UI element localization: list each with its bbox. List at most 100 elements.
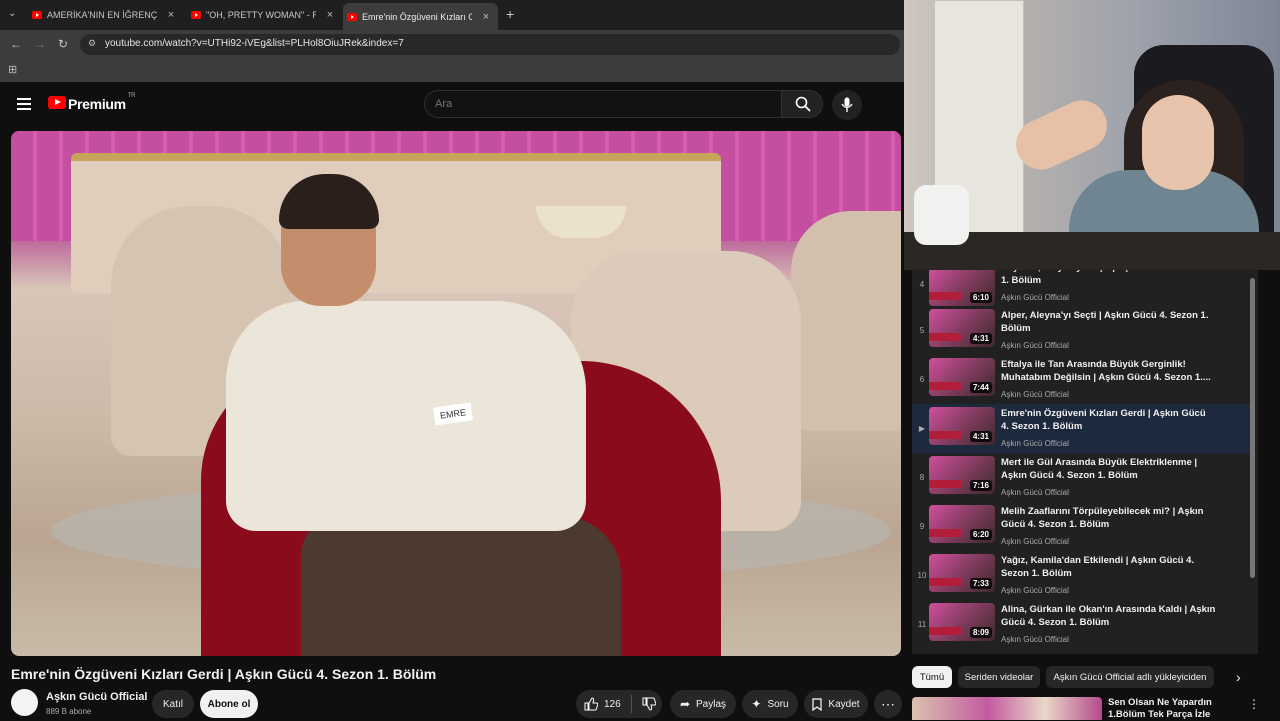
playlist-panel: 4 6:10 Söylenir, Aleyna'yı Seçti | Aşkın… (912, 270, 1258, 654)
menu-icon[interactable] (17, 98, 31, 110)
browser-tab-bar: ⌄ AMERİKA'NIN EN İĞRENÇ PRO × "OH, PRETT… (0, 0, 904, 30)
video-player[interactable]: EMRE (11, 131, 901, 656)
channel-avatar[interactable] (11, 689, 38, 716)
playlist-thumbnail[interactable]: 4:31 (929, 407, 995, 445)
video-person-pants (301, 516, 621, 656)
playlist-thumbnail[interactable]: 7:44 (929, 358, 995, 396)
playlist-scrollbar[interactable] (1250, 278, 1255, 578)
playlist-item[interactable]: 6 7:44 Eftalya ile Tan Arasında Büyük Ge… (912, 356, 1252, 405)
playlist-index: 4 (919, 280, 925, 289)
webcam-bottle (914, 185, 969, 245)
youtube-favicon-icon (191, 11, 201, 19)
search-input[interactable] (435, 98, 765, 110)
playlist-item-title[interactable]: Söylenir, Aleyna'yı Seçti | Aşkın Gücü 4… (1001, 270, 1216, 287)
video-duration: 4:31 (969, 431, 992, 442)
more-actions-icon[interactable]: ⋯ (874, 690, 902, 718)
recommended-more-icon[interactable]: ⋮ (1248, 697, 1260, 711)
save-button[interactable]: Kaydet (804, 690, 868, 718)
voice-search-button[interactable] (832, 90, 862, 120)
ask-button[interactable]: ✦ Soru (742, 690, 798, 718)
like-dislike-group: 126 (576, 690, 662, 718)
playlist-item-title[interactable]: Alina, Gürkan ile Okan'ın Arasında Kaldı… (1001, 603, 1216, 629)
browser-tab-2[interactable]: "OH, PRETTY WOMAN" - Roy O × (187, 4, 339, 26)
video-duration: 4:31 (969, 333, 992, 344)
playlist-index: 11 (917, 620, 927, 629)
save-label: Kaydet (828, 698, 860, 710)
playlist-item-title[interactable]: Melih Zaaflarını Törpüleyebilecek mi? | … (1001, 505, 1216, 531)
playlist-thumbnail[interactable]: 8:09 (929, 603, 995, 641)
subscribe-button[interactable]: Abone ol (200, 690, 258, 718)
search-button[interactable] (781, 90, 823, 118)
browser-tab-3-active[interactable]: Emre'nin Özgüveni Kızları Gerdi × (343, 3, 498, 30)
playlist-item[interactable]: 4 6:10 Söylenir, Aleyna'yı Seçti | Aşkın… (912, 270, 1252, 312)
chevron-right-icon[interactable]: › (1236, 669, 1241, 685)
video-duration: 6:10 (969, 292, 992, 303)
playlist-item[interactable]: 9 6:20 Melih Zaaflarını Törpüleyebilecek… (912, 503, 1252, 552)
recommended-thumbnail[interactable] (912, 697, 1102, 720)
playlist-thumbnail[interactable]: 6:10 (929, 270, 995, 306)
video-duration: 8:09 (969, 627, 992, 638)
chip-series-videos[interactable]: Seriden videolar (958, 666, 1040, 688)
thumbs-down-icon[interactable] (642, 697, 656, 711)
playlist-item[interactable]: 8 7:16 Mert ile Gül Arasında Büyük Elekt… (912, 454, 1252, 503)
playlist-item-channel: Aşkın Gücü Official (1001, 390, 1069, 399)
reload-icon[interactable]: ↻ (58, 37, 68, 51)
playlist-item-channel: Aşkın Gücü Official (1001, 341, 1069, 350)
youtube-header: Premium TR (0, 82, 904, 130)
playlist-item-title[interactable]: Eftalya ile Tan Arasında Büyük Gerginlik… (1001, 358, 1216, 384)
new-tab-button[interactable]: + (506, 6, 514, 22)
youtube-logo-icon[interactable] (48, 96, 66, 109)
playlist-thumbnail[interactable]: 6:20 (929, 505, 995, 543)
tab-list-chevron-icon[interactable]: ⌄ (8, 8, 16, 19)
share-arrow-icon: ➦ (679, 697, 691, 711)
youtube-premium-logo[interactable]: Premium TR (68, 93, 136, 112)
playlist-item-current[interactable]: ▶ 4:31 Emre'nin Özgüveni Kızları Gerdi |… (912, 404, 1252, 453)
forward-arrow-icon[interactable]: → (34, 37, 46, 51)
back-arrow-icon[interactable]: ← (10, 37, 22, 51)
playlist-item-title[interactable]: Mert ile Gül Arasında Büyük Elektriklenm… (1001, 456, 1216, 482)
address-bar[interactable]: ⚙ youtube.com/watch?v=UTHi92-iVEg&list=P… (80, 34, 900, 55)
thumbnail-caption-bar (929, 292, 961, 300)
browser-toolbar: ← → ↻ ⚙ youtube.com/watch?v=UTHi92-iVEg&… (0, 30, 904, 58)
playlist-item-channel: Aşkın Gücü Official (1001, 635, 1069, 644)
youtube-favicon-icon (347, 12, 357, 21)
search-icon (795, 96, 811, 112)
now-playing-icon: ▶ (918, 424, 926, 433)
thumbnail-caption-bar (929, 480, 961, 488)
video-person-shirt (226, 301, 586, 531)
recommended-title[interactable]: Sen Olsan Ne Yapardın 1.Bölüm Tek Parça … (1108, 697, 1248, 721)
close-tab-icon[interactable]: × (324, 9, 336, 21)
playlist-thumbnail[interactable]: 7:33 (929, 554, 995, 592)
playlist-item-channel: Aşkın Gücü Official (1001, 488, 1069, 497)
channel-name[interactable]: Aşkın Gücü Official (46, 691, 147, 703)
chip-uploader-videos[interactable]: Aşkın Gücü Official adlı yükleyiciden (1046, 666, 1214, 688)
thumbs-up-icon (584, 697, 598, 711)
playlist-item[interactable]: 11 8:09 Alina, Gürkan ile Okan'ın Arasın… (912, 601, 1252, 650)
bookmark-icon (812, 697, 823, 711)
close-tab-icon[interactable]: × (165, 9, 177, 21)
join-button[interactable]: Katıl (152, 690, 194, 718)
chip-all[interactable]: Tümü (912, 666, 952, 688)
subscriber-count: 889 B abone (46, 707, 92, 716)
apps-grid-icon[interactable]: ⊞ (8, 63, 17, 76)
playlist-item[interactable]: 5 4:31 Alper, Aleyna'yı Seçti | Aşkın Gü… (912, 307, 1252, 356)
playlist-thumbnail[interactable]: 4:31 (929, 309, 995, 347)
playlist-thumbnail[interactable]: 7:16 (929, 456, 995, 494)
tab-title: "OH, PRETTY WOMAN" - Roy O (206, 10, 316, 20)
playlist-item-title[interactable]: Emre'nin Özgüveni Kızları Gerdi | Aşkın … (1001, 407, 1216, 433)
close-tab-icon[interactable]: × (480, 11, 492, 23)
playlist-index: 5 (919, 326, 925, 335)
share-label: Paylaş (696, 698, 727, 710)
search-box[interactable] (424, 90, 782, 118)
site-info-icon[interactable]: ⚙ (88, 38, 96, 49)
playlist-item[interactable]: 10 7:33 Yağız, Kamila'dan Etkilendi | Aş… (912, 552, 1252, 601)
playlist-item-title[interactable]: Alper, Aleyna'yı Seçti | Aşkın Gücü 4. S… (1001, 309, 1216, 335)
like-button[interactable]: 126 (584, 697, 621, 711)
microphone-icon (841, 97, 853, 112)
playlist-item-title[interactable]: Yağız, Kamila'dan Etkilendi | Aşkın Gücü… (1001, 554, 1216, 580)
video-duration: 7:33 (969, 578, 992, 589)
browser-tab-1[interactable]: AMERİKA'NIN EN İĞRENÇ PRO × (28, 4, 180, 26)
playlist-item-channel: Aşkın Gücü Official (1001, 586, 1069, 595)
share-button[interactable]: ➦ Paylaş (670, 690, 736, 718)
youtube-favicon-icon (32, 11, 42, 19)
